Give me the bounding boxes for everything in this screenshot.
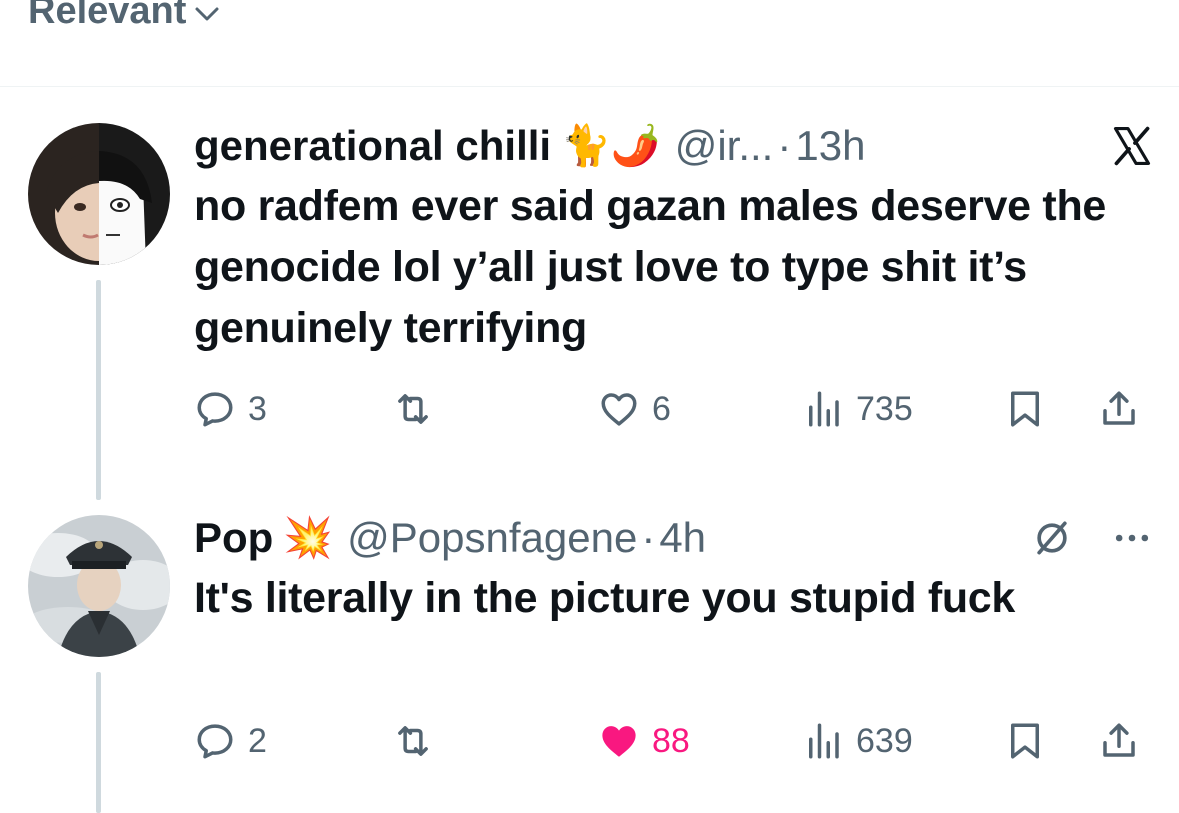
user-handle[interactable]: @Popsnfagene	[347, 514, 637, 562]
thread-connector-line	[96, 280, 101, 500]
reply-icon	[197, 724, 233, 759]
reply-count: 3	[248, 389, 267, 428]
heart-filled-icon	[602, 726, 636, 757]
like-button[interactable]: 88	[598, 720, 690, 762]
timestamp[interactable]: 13h	[795, 122, 865, 170]
share-button[interactable]	[1098, 388, 1140, 430]
separator-dot: ·	[641, 514, 656, 561]
heart-outline-icon	[601, 393, 637, 426]
views-button[interactable]: 639	[802, 720, 913, 762]
share-button[interactable]	[1098, 720, 1140, 762]
reply-icon	[197, 392, 233, 427]
reply-button[interactable]: 2	[194, 720, 267, 762]
views-count: 639	[856, 721, 913, 760]
tweet-header: Pop 💥 @Popsnfagene · 4h	[194, 510, 1154, 566]
retweet-icon	[398, 394, 428, 424]
avatar[interactable]	[28, 515, 170, 657]
sort-label: Relevant	[28, 0, 187, 32]
tweet[interactable]: Pop 💥 @Popsnfagene · 4h It's literally i…	[194, 510, 1154, 629]
views-button[interactable]: 735	[802, 388, 913, 430]
separator-dot: ·	[777, 122, 792, 169]
tweet-header: generational chilli 🐈🌶️ @ir... · 13h	[194, 118, 1154, 174]
more-options-icon[interactable]	[1110, 516, 1154, 560]
views-chart-icon	[809, 391, 839, 427]
tweet-actions: 2 88 639	[194, 720, 1154, 770]
like-count: 6	[652, 389, 671, 428]
sort-dropdown[interactable]: Relevant	[28, 0, 222, 36]
chevron-down-icon	[195, 7, 219, 21]
retweet-button[interactable]	[392, 388, 446, 430]
user-handle[interactable]: @ir...	[675, 122, 774, 170]
bookmark-icon	[1011, 391, 1039, 427]
tweet-text: no radfem ever said gazan males deserve …	[194, 182, 1107, 352]
name-emojis: 💥	[283, 516, 334, 560]
views-count: 735	[856, 389, 913, 428]
tweet-text: It's literally in the picture you stupid…	[194, 574, 1016, 622]
x-logo-icon	[1113, 126, 1151, 166]
avatar[interactable]	[28, 123, 170, 265]
bookmark-icon	[1011, 723, 1039, 759]
bookmark-button[interactable]	[1004, 720, 1046, 762]
thread-connector-line	[96, 672, 101, 813]
name-emojis: 🐈🌶️	[561, 124, 661, 168]
like-button[interactable]: 6	[598, 388, 671, 430]
reply-button[interactable]: 3	[194, 388, 267, 430]
share-icon	[1103, 723, 1135, 757]
share-icon	[1103, 391, 1135, 425]
tweet[interactable]: generational chilli 🐈🌶️ @ir... · 13h no …	[194, 118, 1154, 359]
display-name[interactable]: Pop	[194, 514, 273, 562]
bookmark-button[interactable]	[1004, 388, 1046, 430]
tweet-actions: 3 6 735	[194, 388, 1154, 438]
timestamp[interactable]: 4h	[659, 514, 706, 562]
retweet-icon	[398, 726, 428, 756]
display-name[interactable]: generational chilli	[194, 122, 551, 170]
reply-count: 2	[248, 721, 267, 760]
like-count: 88	[652, 721, 690, 760]
retweet-button[interactable]	[392, 720, 446, 762]
views-chart-icon	[809, 723, 839, 759]
divider	[0, 86, 1179, 87]
grok-icon[interactable]	[1030, 516, 1074, 560]
